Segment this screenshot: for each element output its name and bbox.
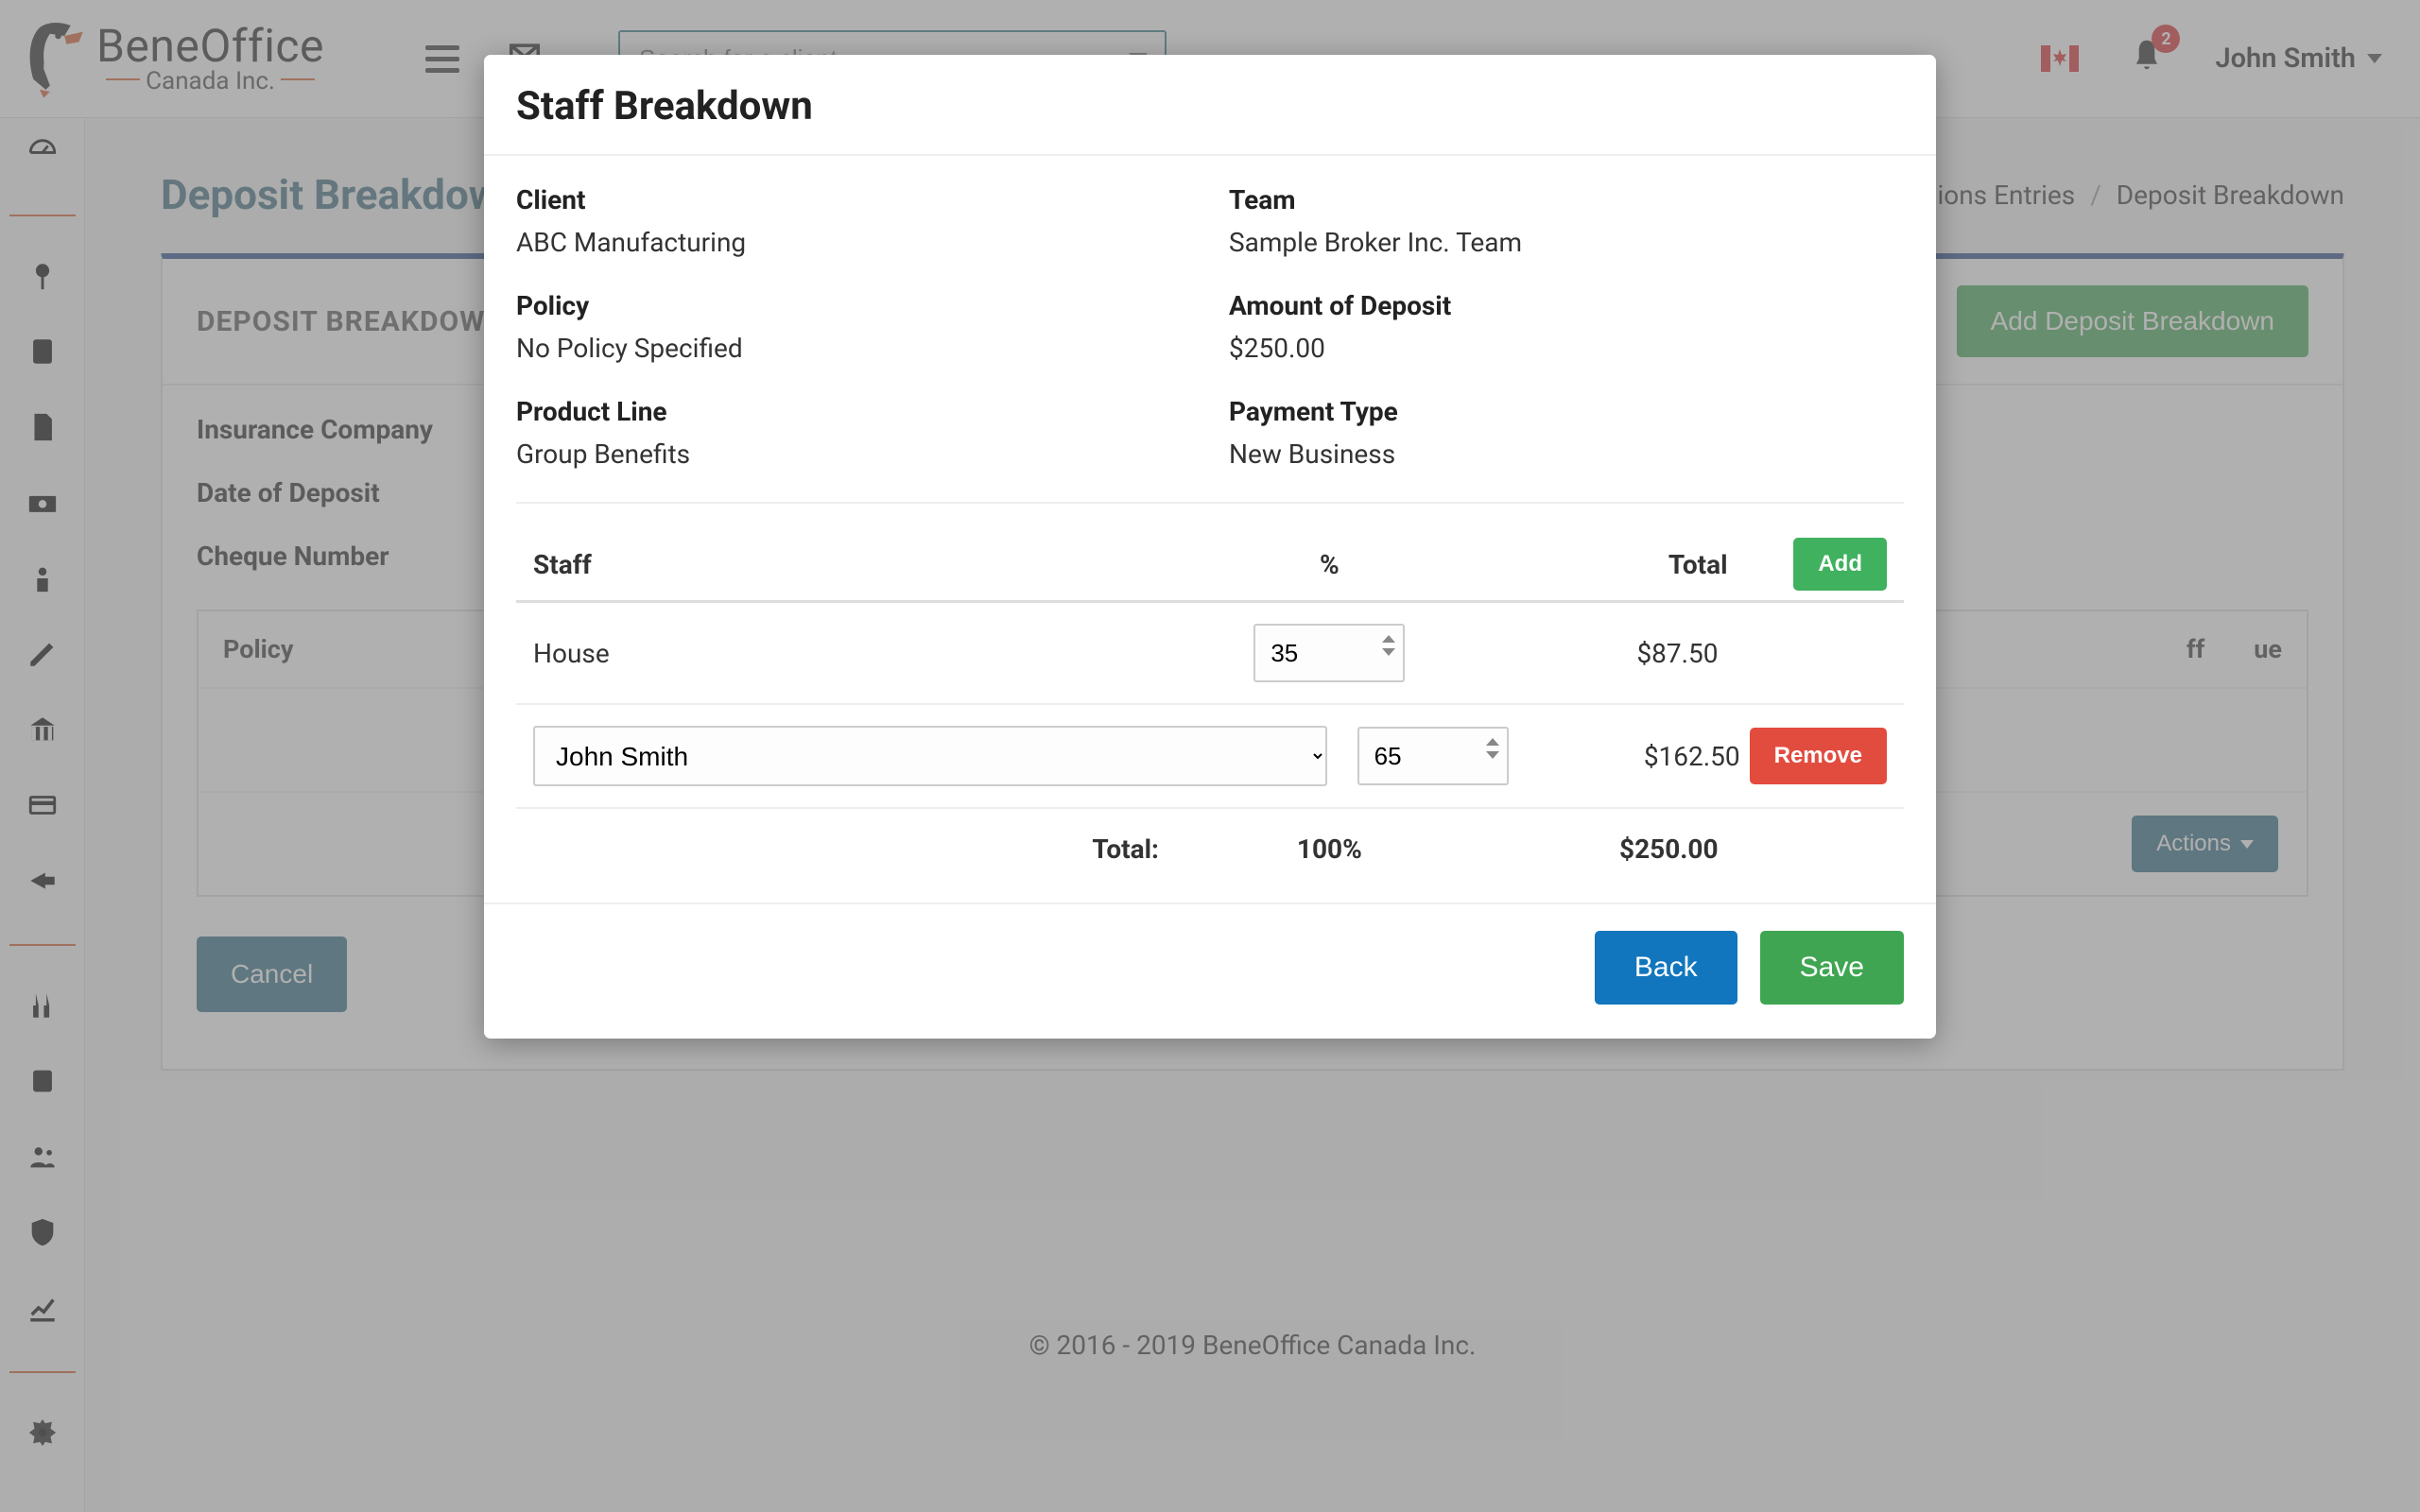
product-label: Product Line <box>516 396 1191 427</box>
team-value: Sample Broker Inc. Team <box>1229 227 1904 258</box>
row-total: $87.50 <box>1462 638 1728 669</box>
client-label: Client <box>516 184 1191 215</box>
divider <box>516 502 1904 504</box>
staff-breakdown-modal: Staff Breakdown Client ABC Manufacturing… <box>484 55 1936 1039</box>
number-stepper[interactable] <box>1382 635 1395 656</box>
staff-select[interactable]: John Smith <box>533 726 1327 786</box>
staff-row: House $87.50 <box>516 603 1904 705</box>
number-stepper[interactable] <box>1486 738 1499 759</box>
staff-name: House <box>533 638 1197 669</box>
back-button[interactable]: Back <box>1595 931 1737 1005</box>
staff-total-row: Total: 100% $250.00 <box>516 809 1904 893</box>
payment-label: Payment Type <box>1229 396 1904 427</box>
col-percent: % <box>1197 549 1462 580</box>
add-staff-button[interactable]: Add <box>1793 538 1887 591</box>
modal-title: Staff Breakdown <box>516 83 1904 129</box>
remove-staff-button[interactable]: Remove <box>1750 728 1887 784</box>
total-amount: $250.00 <box>1462 833 1728 865</box>
product-value: Group Benefits <box>516 438 1191 470</box>
amount-value: $250.00 <box>1229 333 1904 364</box>
col-total: Total <box>1462 549 1728 580</box>
total-label: Total: <box>533 833 1197 865</box>
col-staff: Staff <box>533 549 1197 580</box>
policy-label: Policy <box>516 290 1191 321</box>
team-label: Team <box>1229 184 1904 215</box>
save-button[interactable]: Save <box>1760 931 1904 1005</box>
amount-label: Amount of Deposit <box>1229 290 1904 321</box>
staff-row: John Smith $162.50 Remove <box>516 705 1904 809</box>
payment-value: New Business <box>1229 438 1904 470</box>
staff-table-header: Staff % Total Add <box>516 528 1904 603</box>
row-total: $162.50 <box>1538 741 1749 772</box>
client-value: ABC Manufacturing <box>516 227 1191 258</box>
total-percent: 100% <box>1197 833 1462 865</box>
policy-value: No Policy Specified <box>516 333 1191 364</box>
